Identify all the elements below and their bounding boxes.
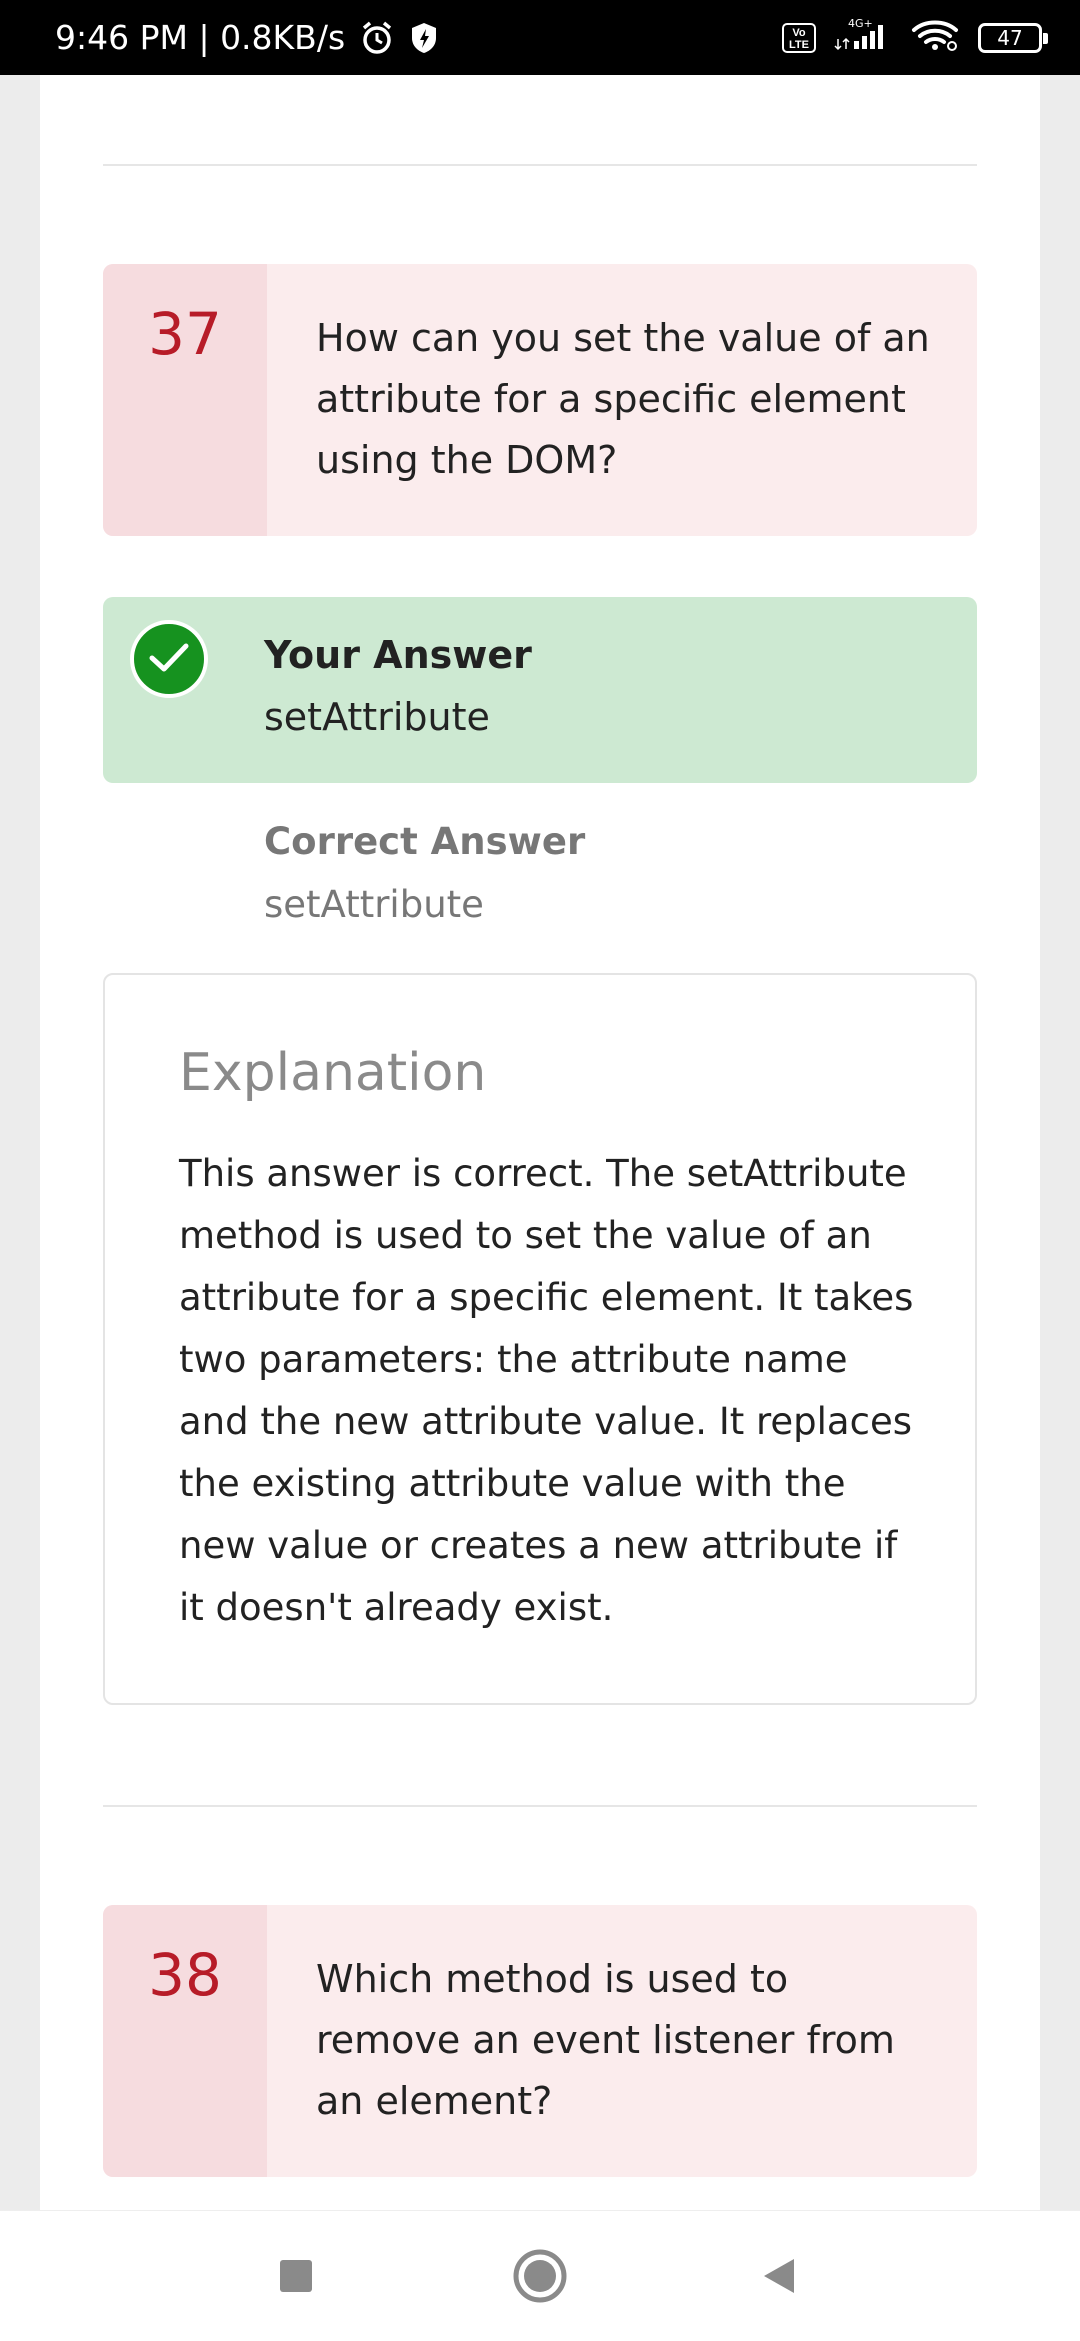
circle-icon [513, 2249, 567, 2303]
navigation-bar [0, 2210, 1080, 2341]
battery-level: 47 [997, 25, 1023, 50]
your-answer-box: Your Answer setAttribute [103, 597, 977, 783]
network-label: 4G+ [848, 17, 873, 30]
question-card: 37 How can you set the value of an attri… [103, 264, 977, 536]
shield-icon [409, 21, 439, 55]
home-button[interactable] [480, 2211, 600, 2341]
question-text: Which method is used to remove an event … [316, 1957, 895, 2123]
battery-icon: 47 [978, 22, 1048, 53]
question-text: How can you set the value of an attribut… [316, 316, 930, 482]
status-left: 9:46 PM | 0.8KB/s [55, 0, 439, 75]
question-number: 37 [148, 300, 222, 368]
wifi-icon [910, 17, 960, 58]
status-right: Vo LTE 4G+ 47 [782, 0, 1048, 75]
divider [103, 1805, 977, 1807]
recents-button[interactable] [236, 2211, 356, 2341]
explanation-box: Explanation This answer is correct. The … [103, 973, 977, 1705]
explanation-text: This answer is correct. The setAttribute… [179, 1152, 914, 1629]
back-button[interactable] [720, 2211, 840, 2341]
status-bar: 9:46 PM | 0.8KB/s Vo LTE 4G+ 47 [0, 0, 1080, 75]
divider [103, 164, 977, 166]
square-icon [280, 2260, 312, 2292]
your-answer-value: setAttribute [264, 695, 490, 739]
check-icon [130, 620, 208, 698]
explanation-title: Explanation [179, 1043, 487, 1103]
alarm-icon [359, 20, 395, 56]
signal-icon: 4G+ [834, 17, 892, 58]
time-speed: 9:46 PM | 0.8KB/s [55, 18, 346, 57]
back-triangle-icon [764, 2259, 794, 2293]
correct-answer-label: Correct Answer [264, 820, 586, 863]
volte-icon: Vo LTE [782, 22, 816, 53]
question-number: 38 [148, 1941, 222, 2009]
your-answer-label: Your Answer [264, 633, 532, 677]
correct-answer-value: setAttribute [264, 883, 484, 926]
question-card: 38 Which method is used to remove an eve… [103, 1905, 977, 2177]
quiz-results-page: 37 How can you set the value of an attri… [40, 75, 1040, 2210]
